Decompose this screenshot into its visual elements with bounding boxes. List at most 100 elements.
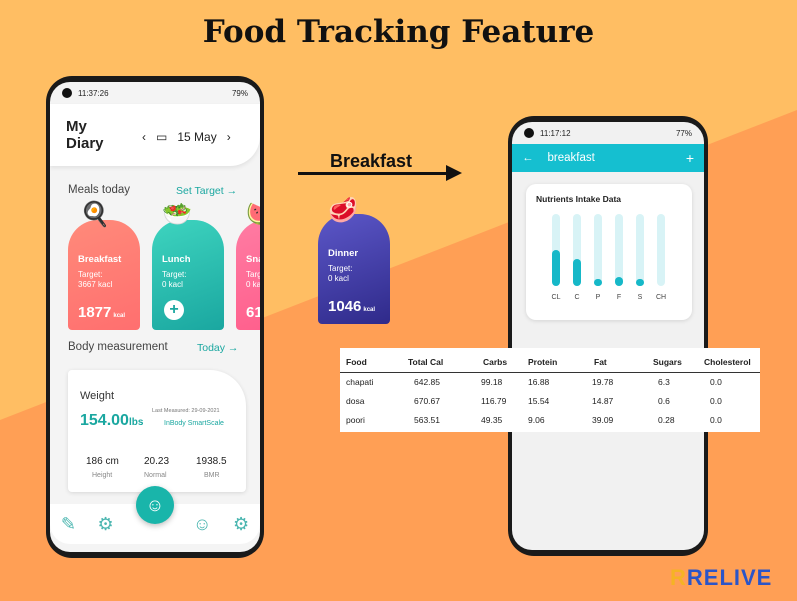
nutrients-card: Nutrients Intake Data CL C P F S CH <box>526 184 692 320</box>
diary-nav-icon[interactable]: ✎ <box>61 514 76 535</box>
cell-food: poori <box>346 415 365 425</box>
meal-name: Breakfast <box>78 254 122 265</box>
meal-card-lunch[interactable]: Lunch Target: 0 kacl + <box>152 220 224 330</box>
arrow-label: Breakfast <box>330 151 413 171</box>
header-cholesterol: Cholesterol <box>704 357 751 367</box>
nutrient-bar-fill <box>573 259 581 286</box>
arrow-line <box>298 172 448 175</box>
meal-name: Dinner <box>328 248 359 259</box>
nutrient-bar-fill <box>615 277 623 286</box>
settings-nav-icon[interactable]: ⚙ <box>233 514 249 535</box>
cell-cholesterol: 0.0 <box>710 415 722 425</box>
height-value: 186 cm <box>86 456 119 467</box>
cell-fat: 19.78 <box>592 377 614 387</box>
nutrient-bar-fill <box>552 250 560 286</box>
watermelon-icon: 🍉 <box>246 200 260 229</box>
doctor-nav-icon[interactable]: ☺ <box>193 514 211 535</box>
back-arrow-icon[interactable]: ← <box>522 152 534 164</box>
meal-target: Target:0 kacl <box>246 270 260 289</box>
date-nav: ‹ ▭ 15 May › <box>142 130 231 144</box>
arrow-head-icon <box>446 165 462 181</box>
nutrient-bar-track <box>594 214 602 286</box>
add-icon[interactable]: + <box>686 150 694 166</box>
prev-date-icon[interactable]: ‹ <box>142 130 146 144</box>
nutrient-bar-label: CH <box>655 294 667 301</box>
table-row: chapati 642.85 99.18 16.88 19.78 6.3 0.0 <box>340 372 760 392</box>
egg-toast-icon: 🍳 <box>80 201 110 228</box>
meal-kcal: 616kcal <box>246 304 260 321</box>
cell-carbs: 49.35 <box>481 415 503 425</box>
steak-icon: 🥩 <box>328 197 358 224</box>
nutrient-bar-track <box>552 214 560 286</box>
battery-level: 77% <box>675 128 692 138</box>
cell-total-cal: 642.85 <box>414 377 440 387</box>
cell-cholesterol: 0.0 <box>710 377 722 387</box>
weight-value: 154.00lbs <box>80 412 144 429</box>
header-carbs: Carbs <box>483 357 508 367</box>
table-row: dosa 670.67 116.79 15.54 14.87 0.6 0.0 <box>340 391 760 411</box>
cell-fat: 39.09 <box>592 415 614 425</box>
nutrient-bar-label: S <box>637 294 643 301</box>
normal-value: 20.23 <box>144 456 170 467</box>
meal-name: Snack <box>246 254 260 265</box>
meal-target: Target:0 kacl <box>162 270 187 289</box>
cell-carbs: 99.18 <box>481 377 503 387</box>
cell-protein: 9.06 <box>528 415 545 425</box>
nutrients-title: Nutrients Intake Data <box>536 194 622 204</box>
appbar-title: breakfast <box>547 152 595 164</box>
current-date[interactable]: 15 May <box>177 130 216 144</box>
today-link[interactable]: Today → <box>197 342 238 354</box>
meal-kcal: 1046 kcal <box>328 298 376 315</box>
meal-target: Target: 3667 kacl <box>78 270 113 289</box>
meals-label: Meals today <box>68 184 131 196</box>
cell-cholesterol: 0.0 <box>710 396 722 406</box>
nutrient-bar-label: F <box>616 294 622 301</box>
bmr-label: BMR <box>204 472 220 479</box>
activity-nav-icon[interactable]: ⚙ <box>98 514 114 535</box>
page-title: Food Tracking Feature <box>202 14 595 50</box>
normal-label: Normal <box>144 472 167 479</box>
header-food: Food <box>346 357 367 367</box>
header-sugars: Sugars <box>653 357 682 367</box>
cell-food: chapati <box>346 377 374 387</box>
meal-target: Target:0 kacl <box>328 264 353 283</box>
nutrient-bar-track <box>615 214 623 286</box>
cell-protein: 16.88 <box>528 377 550 387</box>
app-bar: ← breakfast + <box>512 144 704 172</box>
smile-fab-button[interactable]: ☺ <box>136 486 174 524</box>
diary-header: My Diary ‹ ▭ 15 May › <box>50 104 260 166</box>
table-header-row: Food Total Cal Carbs Protein Fat Sugars … <box>340 352 760 372</box>
scale-source: InBody SmartScale <box>164 420 224 427</box>
status-time: 11:17:12 <box>540 128 571 138</box>
cell-food: dosa <box>346 396 365 406</box>
set-target-link[interactable]: Set Target → <box>176 185 237 197</box>
nutrient-bar-track <box>657 214 665 286</box>
meal-kcal: 1877 kcal <box>78 304 126 321</box>
meal-card-breakfast[interactable]: Breakfast Target: 3667 kacl 1877 kcal <box>68 220 140 330</box>
salad-bowl-icon: 🥗 <box>162 201 192 228</box>
calendar-icon[interactable]: ▭ <box>156 130 167 144</box>
next-date-icon[interactable]: › <box>227 130 231 144</box>
nutrient-bar-label: C <box>574 294 580 301</box>
cell-carbs: 116.79 <box>481 396 507 406</box>
right-phone: 11:17:12 77% ← breakfast + Nutrients Int… <box>508 116 708 556</box>
weight-label: Weight <box>80 390 115 402</box>
cell-total-cal: 670.67 <box>414 396 440 406</box>
nutrient-bar-track <box>573 214 581 286</box>
meal-name: Lunch <box>162 254 191 265</box>
meal-card-snack[interactable]: Snack Target:0 kacl 616kcal <box>236 220 260 330</box>
weight-card: Weight 154.00lbs Last Measured: 29-09-20… <box>68 370 246 492</box>
table-row: poori 563.51 49.35 9.06 39.09 0.28 0.0 <box>340 410 760 430</box>
cell-fat: 14.87 <box>592 396 614 406</box>
meal-card-dinner[interactable]: Dinner Target: 0 kacl 1046 kcal <box>318 214 390 324</box>
status-bar: 11:17:12 77% <box>512 122 704 144</box>
add-lunch-button[interactable]: + <box>164 300 184 320</box>
nutrient-bar-fill <box>594 279 602 286</box>
nutrient-bar-fill <box>636 279 644 286</box>
camera-icon <box>524 128 534 138</box>
header-protein: Protein <box>528 357 558 367</box>
nutrition-table: Food Total Cal Carbs Protein Fat Sugars … <box>340 348 760 432</box>
cell-sugars: 0.28 <box>658 415 675 425</box>
cell-sugars: 0.6 <box>658 396 670 406</box>
cell-total-cal: 563.51 <box>414 415 440 425</box>
